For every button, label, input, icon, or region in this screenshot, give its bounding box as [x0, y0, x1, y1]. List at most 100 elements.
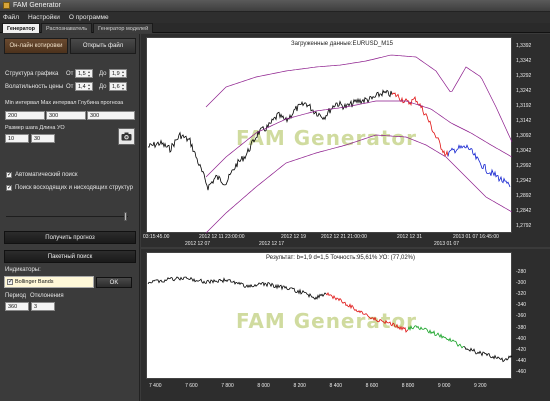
- top-x-tick-upper-0: 03:15:45.00: [143, 234, 170, 240]
- menu-settings[interactable]: Настройки: [28, 14, 60, 21]
- top-y-tick-9: 1,2942: [516, 178, 532, 184]
- top-x-tick-upper-4: 2012 12 31: [397, 234, 423, 240]
- top-y-tick-10: 1,2892: [516, 193, 532, 199]
- title-bar: FAM Generator: [0, 0, 550, 12]
- bottom-x-tick-8: 9 000: [437, 383, 451, 389]
- online-quotes-button[interactable]: Он-лайн котировки: [4, 38, 68, 54]
- tab-recognizer[interactable]: Распознаватель: [41, 23, 93, 33]
- structure-to-spinner[interactable]: 1,9: [109, 69, 127, 78]
- top-y-tick-11: 1,2842: [516, 208, 532, 214]
- intervals-header: Min интервал Max интервал Глубина прогно…: [5, 100, 124, 106]
- bottom-x-tick-6: 8 600: [365, 383, 379, 389]
- top-x-tick-upper-2: 2012 12 19: [281, 234, 307, 240]
- top-y-tick-0: 1,3392: [516, 43, 532, 49]
- wave-size-label: Размер шага Длина УО: [5, 125, 65, 131]
- deviation-input[interactable]: 3: [31, 302, 55, 311]
- open-file-button[interactable]: Открыть файл: [70, 38, 136, 54]
- bottom-y-tick-5: -380: [516, 324, 527, 331]
- bottom-y-tick-4: -360: [516, 313, 527, 320]
- tab-bar: Генератор Распознаватель Генератор модел…: [0, 23, 550, 33]
- auto-search-label: Автоматический поиск: [15, 172, 78, 178]
- bottom-y-tick-3: -340: [516, 302, 527, 309]
- top-x-tick-lower-0: 2012 12 07: [185, 241, 211, 247]
- top-y-tick-12: 1,2792: [516, 223, 532, 229]
- bottom-y-tick-8: -440: [516, 357, 527, 364]
- bottom-y-tick-9: -460: [516, 369, 527, 375]
- menu-file[interactable]: Файл: [3, 14, 19, 21]
- lower-band-line: [205, 134, 513, 234]
- app-icon: [3, 2, 10, 9]
- volatility-from-spinner[interactable]: 1,4: [75, 82, 93, 91]
- bottom-chart-graph: [147, 276, 513, 363]
- indicator-name: Bollinger Bands: [15, 279, 54, 285]
- volatility-label: Волатильность цены: [5, 84, 64, 90]
- bottom-x-tick-7: 8 800: [401, 383, 415, 389]
- bottom-chart-panel: Результат: b=1,9 d=1,5 Точность:95,61% У…: [141, 249, 550, 401]
- structure-from-spinner[interactable]: 1,5: [75, 69, 93, 78]
- volatility-to-spinner[interactable]: 1,6: [109, 82, 127, 91]
- bottom-x-tick-3: 8 000: [257, 383, 270, 389]
- min-interval-input[interactable]: 200: [5, 111, 45, 120]
- slider-track: [6, 216, 128, 217]
- top-y-tick-2: 1,3292: [516, 73, 532, 79]
- auto-search-checkbox[interactable]: ✓ Автоматический поиск: [6, 172, 78, 178]
- result-tail-line: [463, 346, 513, 363]
- forecast-depth-input[interactable]: 300: [87, 111, 135, 120]
- step-size-input[interactable]: 10: [5, 134, 29, 143]
- bottom-x-tick-5: 8 400: [329, 383, 343, 389]
- bottom-y-tick-6: -400: [516, 335, 527, 342]
- top-y-tick-6: 1,3092: [516, 133, 532, 139]
- indicator-check-icon: ✓: [7, 279, 14, 285]
- result-green-line: [407, 325, 465, 349]
- bottom-x-tick-4: 8 200: [293, 383, 306, 389]
- top-y-tick-7: 1,3042: [516, 148, 532, 154]
- top-x-tick-lower-1: 2012 12 17: [259, 241, 285, 247]
- bottom-x-tick-9: 9 200: [474, 383, 487, 389]
- top-x-tick-lower-2: 2013 01 07: [434, 241, 460, 247]
- period-label: Период: [5, 293, 27, 299]
- ok-button[interactable]: OK: [96, 277, 132, 288]
- indicators-label: Индикаторы:: [5, 267, 41, 273]
- tab-model-generator[interactable]: Генератор моделей: [93, 23, 154, 33]
- deviation-label: Отклонения: [30, 293, 64, 299]
- top-y-tick-4: 1,3192: [516, 103, 532, 109]
- forecast-blue-line: [447, 144, 511, 188]
- window-title: FAM Generator: [13, 2, 61, 9]
- top-y-tick-1: 1,3342: [516, 58, 532, 64]
- bottom-y-tick-1: -300: [516, 280, 527, 287]
- slider-thumb[interactable]: [124, 212, 127, 221]
- top-x-tick-upper-3: 2012 12 21 21:00:00: [321, 234, 367, 240]
- volatility-from-label: От: [66, 84, 74, 90]
- wave-length-input[interactable]: 30: [31, 134, 55, 143]
- bottom-x-tick-1: 7 600: [185, 383, 198, 389]
- forecast-red-line: [391, 92, 449, 157]
- batch-search-button[interactable]: Пакетный поиск: [4, 250, 136, 263]
- bottom-y-tick-2: -320: [516, 291, 527, 298]
- camera-icon[interactable]: [118, 128, 135, 145]
- left-panel: Он-лайн котировки Открыть файл Структура…: [0, 34, 140, 401]
- menu-about[interactable]: О программе: [69, 14, 109, 21]
- top-chart-panel: Загруженные данные:EURUSD_M15 FAM Genera…: [141, 34, 550, 247]
- menu-bar: Файл Настройки О программе: [0, 12, 550, 23]
- tab-generator[interactable]: Генератор: [2, 23, 41, 33]
- middle-band-line: [205, 100, 513, 178]
- structure-from-label: От: [66, 71, 74, 77]
- structure-search-label: Поиск восходящих и нисходящих структур: [15, 185, 133, 191]
- period-input[interactable]: 360: [5, 302, 29, 311]
- max-interval-input[interactable]: 300: [46, 111, 86, 120]
- get-forecast-button[interactable]: Получить прогноз: [4, 231, 136, 244]
- top-y-tick-8: 1,2992: [516, 163, 532, 169]
- structure-label: Структура графика: [5, 71, 59, 77]
- top-chart-graph: [147, 54, 513, 234]
- top-x-tick-upper-1: 2012 12 11 23:00:00: [199, 234, 245, 240]
- top-y-tick-3: 1,3242: [516, 88, 532, 94]
- auto-search-check-icon: ✓: [6, 172, 13, 178]
- bottom-y-tick-7: -420: [516, 346, 527, 353]
- indicator-list-item[interactable]: ✓ Bollinger Bands: [4, 276, 94, 288]
- bottom-x-tick-0: 7 400: [149, 383, 162, 389]
- upper-band-line: [205, 54, 513, 143]
- structure-to-label: До: [99, 71, 107, 77]
- structure-search-check-icon: ✓: [6, 185, 13, 191]
- structure-search-checkbox[interactable]: ✓ Поиск восходящих и нисходящих структур: [6, 185, 133, 191]
- bottom-y-tick-0: -280: [516, 269, 527, 275]
